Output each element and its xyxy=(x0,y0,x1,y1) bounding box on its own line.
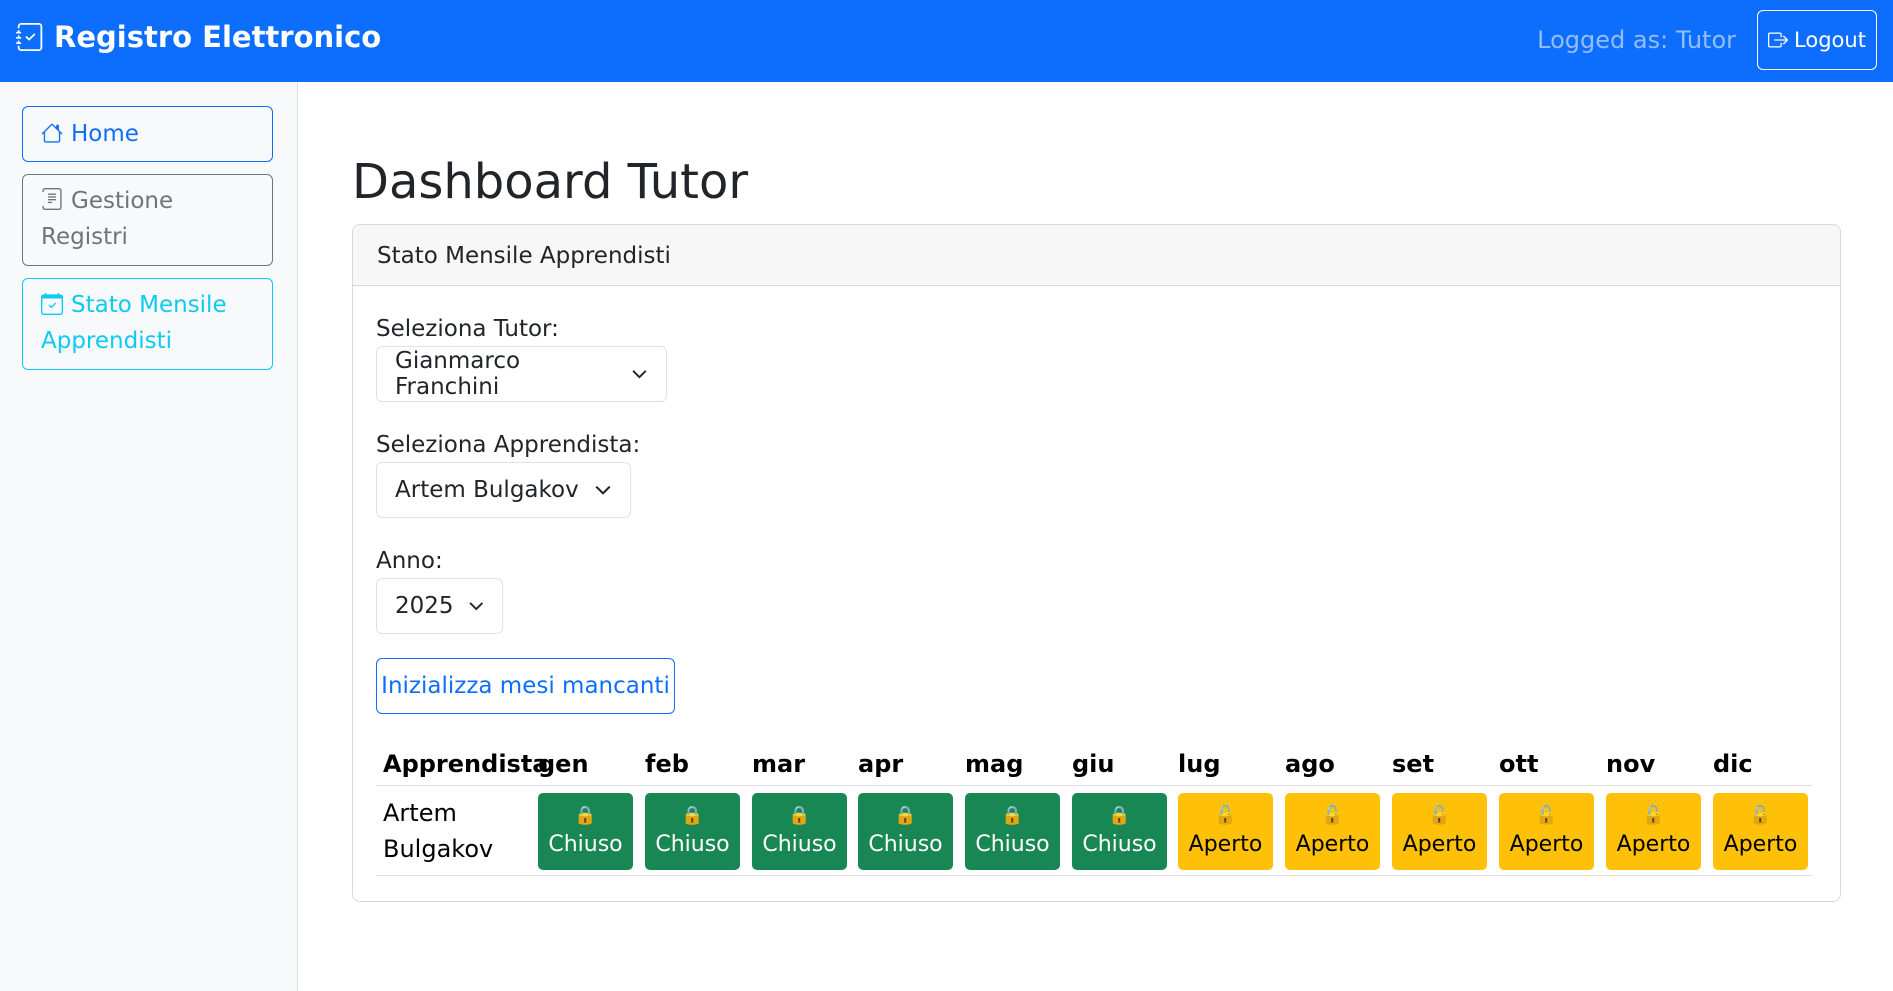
unlock-icon: 🔓 xyxy=(1749,805,1772,826)
apprendista-select[interactable]: Artem Bulgakov xyxy=(376,462,631,518)
table-header-month: ott xyxy=(1499,750,1539,778)
lock-icon: 🔒 xyxy=(894,805,917,826)
month-status-label: Aperto xyxy=(1616,832,1691,857)
row-name-line2: Bulgakov xyxy=(383,835,494,863)
logged-as-text: Logged as: Tutor xyxy=(1537,26,1736,54)
inizializza-mesi-button[interactable]: Inizializza mesi mancanti xyxy=(376,658,675,714)
month-status-label: Aperto xyxy=(1509,832,1584,857)
sidebar-item-stato-mensile[interactable]: Stato Mensile Apprendisti xyxy=(22,278,273,370)
month-status-label: Aperto xyxy=(1188,832,1263,857)
month-status-cell[interactable]: 🔒 Chiuso xyxy=(538,793,633,870)
month-status-label: Chiuso xyxy=(975,832,1050,857)
month-status-label: Chiuso xyxy=(1082,832,1157,857)
table-header-apprendista: Apprendista xyxy=(383,750,549,778)
sidebar-item-label: Gestione xyxy=(71,188,174,214)
month-status-cell[interactable]: 🔒 Chiuso xyxy=(1072,793,1167,870)
journal-check-icon xyxy=(16,23,43,51)
tutor-select-value: Gianmarco Franchini xyxy=(395,348,521,400)
table-header-month: lug xyxy=(1178,750,1221,778)
sidebar-item-gestione-registri[interactable]: Gestione Registri xyxy=(22,174,273,266)
chevron-down-icon xyxy=(468,602,483,611)
month-status-label: Chiuso xyxy=(548,832,623,857)
sidebar: Home Gestione Registri Stato Mensile App… xyxy=(0,82,298,991)
month-status-label: Chiuso xyxy=(655,832,730,857)
table-header-month: dic xyxy=(1713,750,1753,778)
tutor-select[interactable]: Gianmarco Franchini xyxy=(376,346,667,402)
sidebar-item-label: Stato Mensile xyxy=(71,292,227,318)
month-status-cell[interactable]: 🔓 Aperto xyxy=(1285,793,1380,870)
table-row-name: Artem Bulgakov xyxy=(383,795,493,867)
unlock-icon: 🔓 xyxy=(1535,805,1558,826)
house-icon xyxy=(41,123,63,143)
brand-title: Registro Elettronico xyxy=(54,20,382,54)
unlock-icon: 🔓 xyxy=(1321,805,1344,826)
month-status-label: Chiuso xyxy=(762,832,837,857)
month-status-cell[interactable]: 🔓 Aperto xyxy=(1713,793,1808,870)
month-status-label: Aperto xyxy=(1723,832,1798,857)
table-header-month: mar xyxy=(752,750,806,778)
row-name-line1: Artem xyxy=(383,799,457,827)
sidebar-item-label-line2: Apprendisti xyxy=(41,328,172,354)
anno-select[interactable]: 2025 xyxy=(376,578,503,634)
chevron-down-icon xyxy=(632,370,647,379)
chevron-down-icon xyxy=(595,485,611,495)
table-header-divider xyxy=(376,785,1813,786)
lock-icon: 🔒 xyxy=(788,805,811,826)
month-status-cell[interactable]: 🔒 Chiuso xyxy=(645,793,740,870)
month-status-label: Chiuso xyxy=(868,832,943,857)
lock-icon: 🔒 xyxy=(1108,805,1131,826)
table-header-month: nov xyxy=(1606,750,1656,778)
anno-label: Anno: xyxy=(376,548,443,574)
month-status-label: Aperto xyxy=(1295,832,1370,857)
table-header-month: mag xyxy=(965,750,1024,778)
page-title: Dashboard Tutor xyxy=(352,154,749,210)
unlock-icon: 🔓 xyxy=(1214,805,1237,826)
table-header-month: ago xyxy=(1285,750,1335,778)
sidebar-item-label: Home xyxy=(71,121,139,147)
tutor-label: Seleziona Tutor: xyxy=(376,316,559,342)
table-header-month: apr xyxy=(858,750,904,778)
anno-select-value: 2025 xyxy=(395,593,454,619)
month-status-cell[interactable]: 🔓 Aperto xyxy=(1178,793,1273,870)
table-header-month: set xyxy=(1392,750,1435,778)
lock-icon: 🔒 xyxy=(681,805,704,826)
table-header-month: giu xyxy=(1072,750,1115,778)
apprendista-label: Seleziona Apprendista: xyxy=(376,432,641,458)
journal-icon xyxy=(42,188,62,210)
month-status-cell[interactable]: 🔒 Chiuso xyxy=(858,793,953,870)
logout-label: Logout xyxy=(1794,28,1866,52)
apprendista-select-value: Artem Bulgakov xyxy=(395,477,579,503)
month-status-cell[interactable]: 🔒 Chiuso xyxy=(965,793,1060,870)
table-row-divider xyxy=(376,875,1813,876)
logout-button[interactable]: Logout xyxy=(1757,10,1877,70)
lock-icon: 🔒 xyxy=(574,805,597,826)
card-header: Stato Mensile Apprendisti xyxy=(353,225,1840,286)
table-header-month: gen xyxy=(538,750,589,778)
sidebar-item-label-line2: Registri xyxy=(41,224,128,250)
unlock-icon: 🔓 xyxy=(1428,805,1451,826)
lock-icon: 🔒 xyxy=(1001,805,1024,826)
box-arrow-right-icon xyxy=(1768,32,1789,48)
top-navbar: Registro Elettronico Logged as: Tutor Lo… xyxy=(0,0,1893,82)
month-status-cell[interactable]: 🔓 Aperto xyxy=(1606,793,1701,870)
sidebar-item-home[interactable]: Home xyxy=(22,106,273,162)
month-status-label: Aperto xyxy=(1402,832,1477,857)
table-header-month: feb xyxy=(645,750,689,778)
month-status-cell[interactable]: 🔓 Aperto xyxy=(1499,793,1594,870)
month-status-cell[interactable]: 🔓 Aperto xyxy=(1392,793,1487,870)
unlock-icon: 🔓 xyxy=(1642,805,1665,826)
month-status-cell[interactable]: 🔒 Chiuso xyxy=(752,793,847,870)
calendar-check-icon xyxy=(41,293,63,315)
brand[interactable]: Registro Elettronico xyxy=(16,20,381,54)
